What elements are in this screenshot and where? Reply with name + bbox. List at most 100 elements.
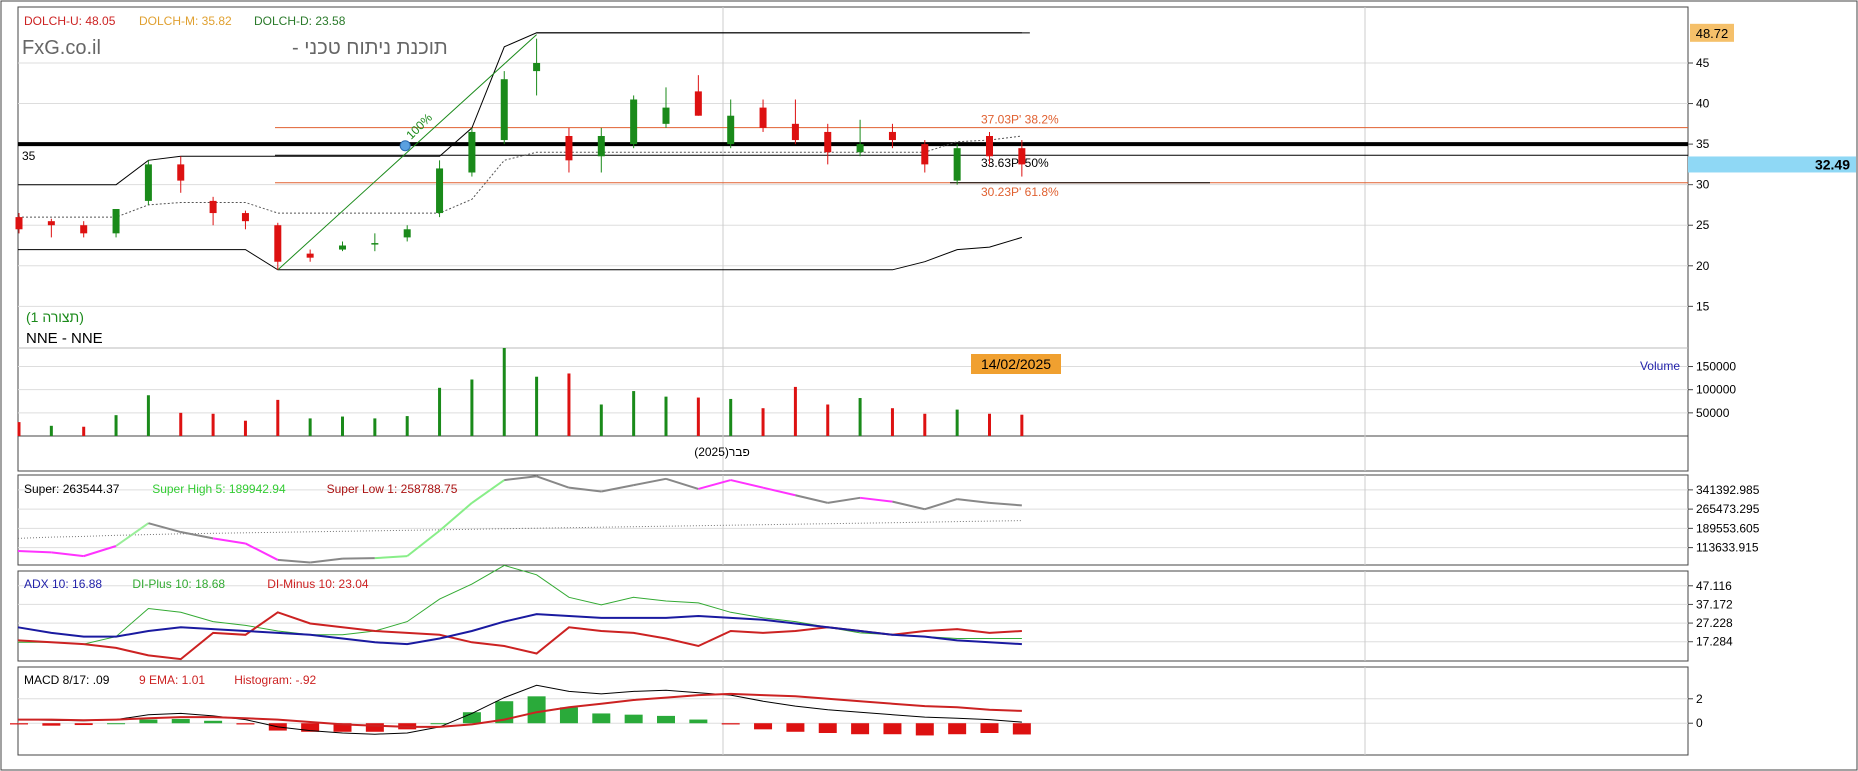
macd-histogram-bar bbox=[42, 723, 61, 726]
candle-body bbox=[306, 253, 314, 258]
symbol-label: NNE - NNE bbox=[26, 330, 103, 347]
candle-body bbox=[500, 79, 508, 141]
x-month-label: פבר(2025) bbox=[694, 445, 750, 459]
candle-body bbox=[144, 164, 152, 201]
candle-body bbox=[662, 107, 670, 124]
candle-body bbox=[47, 221, 55, 226]
adx-legend-entry: DI-Plus 10: 18.68 bbox=[132, 577, 225, 591]
macd-histogram-bar bbox=[10, 723, 28, 725]
adx-tick-label: 27.228 bbox=[1696, 616, 1733, 630]
marker-icon bbox=[399, 140, 411, 152]
volume-tick-label: 50000 bbox=[1696, 406, 1730, 420]
macd-histogram-bar bbox=[657, 715, 675, 724]
current-price-label: 32.49 bbox=[1815, 156, 1850, 172]
macd-histogram-bar bbox=[980, 723, 999, 733]
macd-histogram-bar bbox=[689, 719, 708, 724]
price-tick-label: 45 bbox=[1696, 56, 1710, 70]
price-legend-entry: DOLCH-M: 35.82 bbox=[139, 14, 232, 28]
fib-level-label: 33.63P' 50% bbox=[981, 156, 1049, 170]
candle-body bbox=[15, 217, 23, 230]
macd-tick-label: 0 bbox=[1696, 716, 1703, 730]
macd-histogram-bar bbox=[721, 723, 740, 725]
super-tick-label: 113633.915 bbox=[1696, 541, 1759, 555]
candle-body bbox=[1018, 148, 1026, 165]
super-line-segment bbox=[342, 557, 375, 560]
candle-body bbox=[177, 164, 185, 181]
candle-body bbox=[856, 144, 864, 153]
candle-body bbox=[274, 225, 282, 262]
brand-name: FxG.co.il bbox=[22, 37, 101, 59]
candle-body bbox=[727, 115, 735, 145]
candle-body bbox=[565, 135, 573, 161]
candle-body bbox=[694, 91, 702, 116]
adx-tick-label: 47.116 bbox=[1696, 579, 1732, 593]
adx-legend-entry: ADX 10: 16.88 bbox=[24, 577, 102, 591]
pattern-label: (תצורה 1) bbox=[26, 309, 84, 325]
macd-histogram-bar bbox=[754, 723, 773, 730]
candle-body bbox=[759, 107, 767, 128]
macd-histogram-bar bbox=[624, 714, 643, 724]
price-tick-label: 40 bbox=[1696, 97, 1710, 111]
super-line-segment bbox=[17, 550, 52, 554]
price-legend-entry: DOLCH-U: 48.05 bbox=[24, 14, 116, 28]
super-legend-entry: Super High 5: 189942.94 bbox=[152, 482, 286, 496]
volume-title: Volume bbox=[1640, 359, 1680, 373]
chart-canvas: 37.03P' 38.2% 33.63P' 50% 30.23P' 61.8% 35 3… bbox=[0, 0, 1858, 771]
macd-histogram-bar bbox=[818, 723, 837, 733]
super-tick-label: 265473.295 bbox=[1696, 502, 1760, 516]
volume-tick-label: 100000 bbox=[1696, 383, 1736, 397]
candle-body bbox=[791, 123, 799, 141]
outer-frame bbox=[0, 0, 1858, 771]
high-price-label: 48.72 bbox=[1696, 26, 1729, 41]
candle-body bbox=[436, 168, 444, 214]
candle-body bbox=[468, 131, 476, 173]
adx-legend-entry: DI-Minus 10: 23.04 bbox=[267, 577, 369, 591]
macd-histogram-bar bbox=[1012, 723, 1031, 735]
macd-histogram-bar bbox=[592, 713, 611, 724]
macd-histogram-bar bbox=[171, 718, 190, 724]
macd-histogram-bar bbox=[559, 707, 578, 724]
candle-body bbox=[921, 144, 929, 165]
brand-subtitle: תוכנת ניתוח טכני - bbox=[292, 37, 448, 59]
candle-body bbox=[371, 243, 379, 245]
macd-legend-entry: MACD 8/17: .09 bbox=[24, 673, 110, 687]
horizontal-level-label: 35 bbox=[22, 149, 36, 163]
volume-tick-label: 150000 bbox=[1696, 360, 1736, 374]
price-tick-label: 15 bbox=[1696, 299, 1710, 313]
macd-histogram-bar bbox=[204, 720, 223, 724]
macd-histogram-bar bbox=[107, 723, 126, 725]
candle-body bbox=[953, 148, 961, 181]
candle-body bbox=[339, 245, 346, 250]
candle-body bbox=[533, 62, 541, 72]
price-tick-label: 30 bbox=[1696, 178, 1710, 192]
candle-body bbox=[209, 200, 217, 214]
macd-legend-entry: Histogram: -.92 bbox=[234, 673, 316, 687]
macd-histogram-bar bbox=[236, 723, 255, 725]
date-badge-label: 14/02/2025 bbox=[981, 356, 1051, 372]
macd-histogram-bar bbox=[883, 723, 902, 735]
fib-level-label: 30.23P' 61.8% bbox=[981, 185, 1059, 199]
price-tick-label: 25 bbox=[1696, 218, 1710, 232]
adx-tick-label: 17.284 bbox=[1696, 635, 1733, 649]
macd-histogram-bar bbox=[74, 723, 93, 726]
macd-histogram-bar bbox=[786, 723, 805, 732]
super-tick-label: 189553.605 bbox=[1696, 521, 1760, 535]
macd-legend-entry: 9 EMA: 1.01 bbox=[139, 673, 205, 687]
macd-histogram-bar bbox=[139, 719, 158, 724]
candle-body bbox=[80, 225, 88, 234]
candle-body bbox=[824, 131, 832, 153]
macd-tick-label: 2 bbox=[1696, 692, 1703, 706]
candle-body bbox=[112, 209, 120, 234]
macd-histogram-bar bbox=[948, 723, 967, 735]
candle-body bbox=[888, 131, 896, 141]
macd-histogram-bar bbox=[915, 723, 934, 736]
candle-body bbox=[630, 99, 638, 145]
macd-histogram-bar bbox=[851, 723, 870, 735]
fib-level-label: 37.03P' 38.2% bbox=[981, 113, 1059, 127]
macd-histogram-bar bbox=[527, 696, 546, 724]
super-tick-label: 341392.985 bbox=[1696, 483, 1760, 497]
price-tick-label: 35 bbox=[1696, 137, 1710, 151]
adx-tick-label: 37.172 bbox=[1696, 597, 1733, 611]
candle-body bbox=[241, 213, 249, 222]
price-legend-entry: DOLCH-D: 23.58 bbox=[254, 14, 346, 28]
